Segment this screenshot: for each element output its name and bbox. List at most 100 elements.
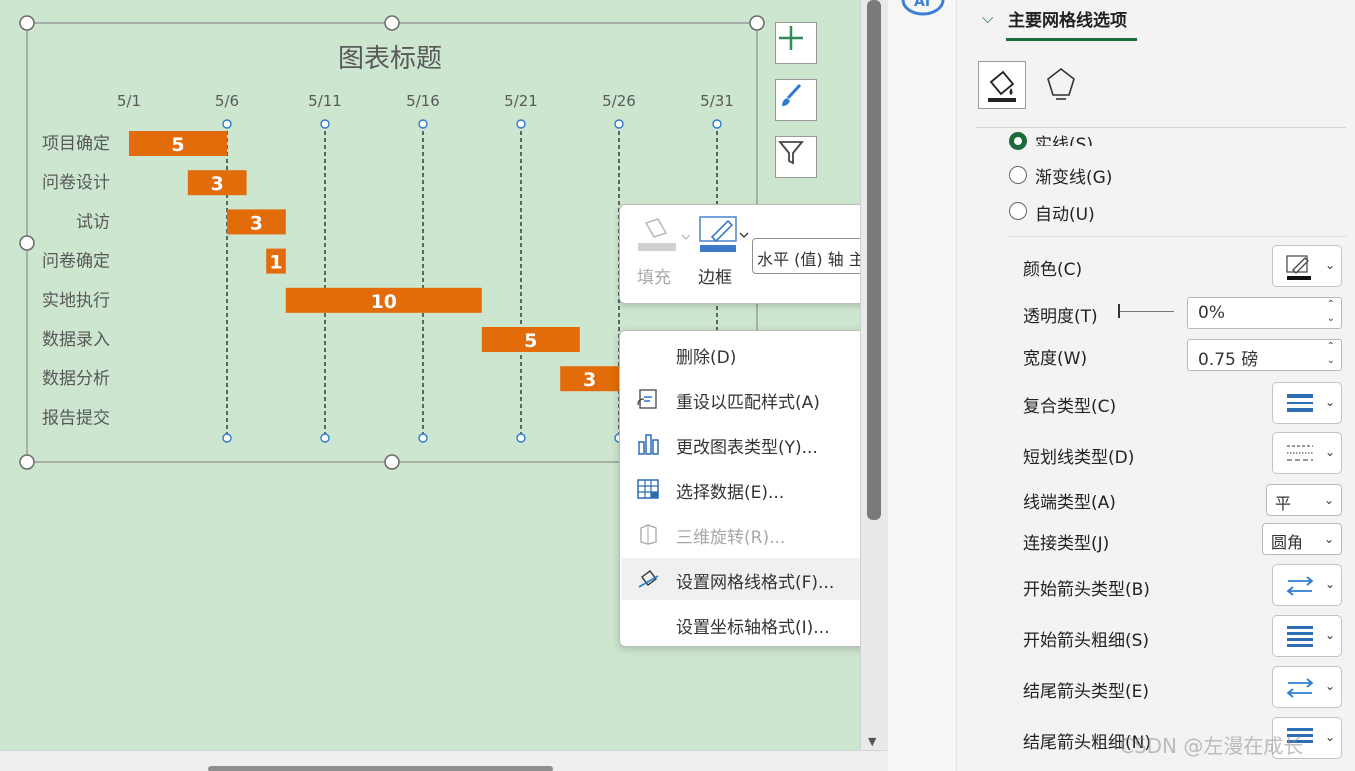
gridline-handle[interactable] xyxy=(516,433,526,443)
scroll-down-icon[interactable]: ▼ xyxy=(868,735,876,748)
gridline-handle[interactable] xyxy=(222,119,232,129)
vertical-scrollbar[interactable]: ▼ xyxy=(860,0,888,750)
border-label[interactable]: 边框 xyxy=(698,263,732,288)
chevron-down-icon: ⌄ xyxy=(1324,395,1335,409)
auto-line-label[interactable]: 自动(U) xyxy=(1035,200,1095,225)
color-picker-button[interactable]: ⌄ xyxy=(1272,245,1342,287)
context-menu-item-label: 设置坐标轴格式(I)... xyxy=(676,618,830,638)
resize-handle[interactable] xyxy=(19,454,35,470)
width-input[interactable]: 0.75 磅 ⌃ ⌄ xyxy=(1187,339,1342,371)
gridline-handle[interactable] xyxy=(712,119,722,129)
width-label: 宽度(W) xyxy=(1023,349,1088,369)
gridline-handle[interactable] xyxy=(320,433,330,443)
resize-handle[interactable] xyxy=(19,235,35,251)
compound-type-button[interactable]: ⌄ xyxy=(1272,382,1342,424)
section-title[interactable]: 主要网格线选项 xyxy=(1008,6,1127,31)
arrows-icon xyxy=(1286,576,1314,596)
chart-title[interactable]: 图表标题 xyxy=(290,38,490,75)
worksheet-area[interactable]: 5/1 5/6 5/11 5/16 5/21 5/26 5/31 项目确定 5 问卷设计 3 试访 3 问… xyxy=(0,0,910,750)
horizontal-scrollbar[interactable] xyxy=(0,750,888,771)
options-divider xyxy=(1009,236,1346,237)
spinner-arrows-icon[interactable]: ⌃ ⌄ xyxy=(1327,340,1335,368)
cap-type-label: 线端类型(A) xyxy=(1023,493,1116,513)
transparency-value: 0% xyxy=(1198,303,1225,323)
begin-arrow-size-button[interactable]: ⌄ xyxy=(1272,615,1342,657)
effects-tab[interactable] xyxy=(1038,61,1086,109)
spinner-arrows-icon[interactable]: ⌃ ⌄ xyxy=(1327,298,1335,326)
context-menu-item[interactable]: 更改图表类型(Y)... xyxy=(622,423,874,465)
resize-handle[interactable] xyxy=(19,15,35,31)
solid-line-label[interactable]: 实线(S) xyxy=(1035,130,1093,146)
border-pen-icon[interactable] xyxy=(698,213,754,255)
pane-gutter: AI xyxy=(888,0,957,771)
context-menu-item[interactable]: 选择数据(E)... xyxy=(622,468,874,510)
plus-icon xyxy=(779,26,803,50)
context-menu-item-label: 设置网格线格式(F)... xyxy=(676,573,835,593)
gridline-handle[interactable] xyxy=(614,119,624,129)
dash-type-button[interactable]: ⌄ xyxy=(1272,432,1342,474)
compound-type-label: 复合类型(C) xyxy=(1023,397,1117,417)
context-menu-item[interactable]: 删除(D) xyxy=(622,333,874,375)
x-tick-label: 5/11 xyxy=(308,92,342,110)
join-type-value: 圆角 xyxy=(1271,533,1304,552)
svg-text:AI: AI xyxy=(914,0,930,10)
gradient-line-radio[interactable] xyxy=(1009,166,1027,184)
context-menu-item-label: 选择数据(E)... xyxy=(676,483,785,503)
reset-style-icon xyxy=(636,387,662,411)
transparency-input[interactable]: 0% ⌃ ⌄ xyxy=(1187,297,1342,329)
bar-data-label: 3 xyxy=(250,212,263,234)
gridline-handle[interactable] xyxy=(222,433,232,443)
bar-data-label: 10 xyxy=(371,291,397,313)
dash-type-label: 短划线类型(D) xyxy=(1023,448,1135,468)
transparency-slider[interactable] xyxy=(1118,311,1174,312)
context-menu-item[interactable]: 设置坐标轴格式(I)... xyxy=(622,603,874,645)
auto-line-radio[interactable] xyxy=(1009,202,1027,220)
filter-icon xyxy=(778,141,804,165)
chevron-down-icon[interactable]: ⌵ xyxy=(982,9,993,27)
join-type-select[interactable]: 圆角 ⌄ xyxy=(1262,523,1342,555)
bar-data-label: 3 xyxy=(583,369,596,391)
chevron-down-icon: ⌄ xyxy=(1324,577,1335,591)
context-menu-item[interactable]: 重设以匹配样式(A) xyxy=(622,378,874,420)
ai-icon[interactable]: AI xyxy=(900,0,946,22)
category-label: 项目确定 xyxy=(42,134,110,154)
gridline-handle[interactable] xyxy=(516,119,526,129)
chart-type-icon xyxy=(636,432,662,456)
transparency-slider-thumb[interactable] xyxy=(1118,304,1120,318)
category-label: 报告提交 xyxy=(42,408,110,428)
gridline-handle[interactable] xyxy=(418,433,428,443)
category-label: 问卷确定 xyxy=(42,252,110,272)
chart-filters-button[interactable] xyxy=(775,136,817,178)
chart-styles-button[interactable] xyxy=(775,79,817,121)
fill-label[interactable]: 填充 xyxy=(637,263,671,288)
pen-color-icon xyxy=(1286,255,1311,280)
category-label: 数据录入 xyxy=(42,330,110,350)
context-menu-item: 三维旋转(R)... xyxy=(622,513,874,555)
resize-handle[interactable] xyxy=(384,454,400,470)
transparency-label: 透明度(T) xyxy=(1023,307,1098,327)
cap-type-select[interactable]: 平 ⌄ xyxy=(1266,484,1342,516)
paint-bucket-icon xyxy=(988,70,1016,102)
resize-handle[interactable] xyxy=(384,15,400,31)
chevron-down-icon: ⌄ xyxy=(1323,532,1334,546)
category-label: 问卷设计 xyxy=(42,173,110,193)
fill-bucket-icon[interactable] xyxy=(636,215,696,255)
resize-handle[interactable] xyxy=(749,15,765,31)
chevron-down-icon: ⌄ xyxy=(1324,679,1335,693)
bar-data-label: 5 xyxy=(524,330,537,352)
solid-line-radio[interactable] xyxy=(1009,132,1027,150)
begin-arrow-type-button[interactable]: ⌄ xyxy=(1272,564,1342,606)
fill-line-tab[interactable] xyxy=(978,61,1026,109)
chart-elements-button[interactable] xyxy=(775,22,817,64)
gridline-handle[interactable] xyxy=(418,119,428,129)
chevron-down-icon: ⌄ xyxy=(1324,445,1335,459)
gradient-line-label[interactable]: 渐变线(G) xyxy=(1035,163,1112,188)
vertical-scroll-thumb[interactable] xyxy=(867,0,881,520)
context-menu-item[interactable]: 设置网格线格式(F)... xyxy=(622,558,874,600)
horizontal-scroll-thumb[interactable] xyxy=(208,766,553,771)
category-label: 试访 xyxy=(76,212,110,232)
gridline-handle[interactable] xyxy=(320,119,330,129)
end-arrow-type-button[interactable]: ⌄ xyxy=(1272,666,1342,708)
join-type-label: 连接类型(J) xyxy=(1023,534,1110,554)
bar-data-label: 5 xyxy=(171,134,184,156)
